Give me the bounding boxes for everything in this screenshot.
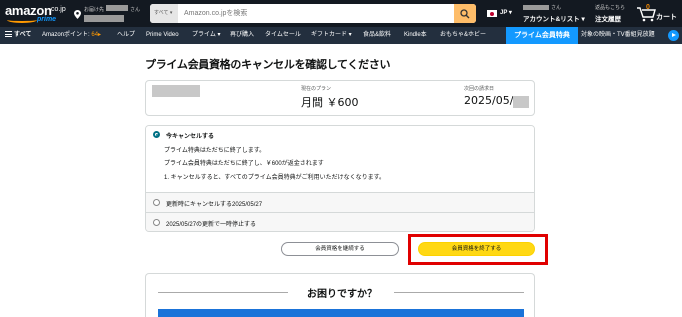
account-label: アカウント&リスト ▾ (523, 16, 585, 23)
next-billing-label: 次回の請求日 (464, 86, 495, 92)
cart-count: 0 (646, 4, 650, 11)
nav-points[interactable]: Amazonポイント: 64▸ (42, 27, 101, 44)
nav-item-food[interactable]: 食品&飲料 (363, 27, 391, 44)
option-pause-at-renewal-title: 2025/05/27の更新で一時停止する (166, 222, 257, 228)
radio-cancel-at-renewal[interactable] (153, 199, 160, 206)
redacted-account-name (523, 5, 549, 10)
prime-video-promo[interactable]: 対象の映画・TV番組見放題 (581, 27, 655, 44)
orders-label: 注文履歴 (595, 16, 621, 23)
search-bar: すべて ▾ (150, 4, 476, 23)
redacted-address (84, 15, 124, 22)
nav-all-label: すべて (14, 32, 32, 38)
radio-cancel-now[interactable] (153, 131, 160, 138)
japan-flag-icon (487, 10, 497, 17)
logo-prime: prime (37, 16, 57, 23)
nav-item-kindle[interactable]: Kindle本 (404, 27, 427, 44)
play-icon[interactable] (668, 30, 679, 41)
nav-item-timesale[interactable]: タイムセール (265, 27, 301, 44)
nav-item-prime[interactable]: プライム ▾ (192, 27, 221, 44)
logo-smile-icon (7, 17, 37, 23)
option-cancel-now-title: 今キャンセルする (166, 134, 215, 140)
current-plan-value: 月間 ￥600 (301, 96, 359, 109)
account-menu[interactable]: さん アカウント&リスト ▾ (523, 4, 589, 24)
redacted-name (106, 5, 128, 11)
option-pause-at-renewal[interactable]: 2025/05/27の更新で一時停止する (146, 213, 534, 231)
option-cancel-at-renewal[interactable]: 更新時にキャンセルする2025/05/27 (146, 193, 534, 213)
hamburger-menu-icon (5, 31, 12, 37)
search-input[interactable] (180, 4, 454, 23)
language-label: JP ▾ (500, 10, 512, 16)
returns-label: 返品もこちら (595, 5, 626, 11)
option-cancel-now-line-3: 1. キャンセルすると、すべてのプライム会員特典がご利用いただけなくなります。 (164, 175, 386, 181)
deliver-label: お届け先 (84, 7, 105, 13)
keep-membership-button[interactable]: 会員資格を継続する (281, 242, 399, 256)
amazon-prime-logo[interactable]: amazon .co.jp prime (5, 3, 67, 25)
search-button[interactable] (454, 4, 476, 23)
deliver-suffix: さん (130, 7, 141, 13)
account-suffix: さん (551, 5, 562, 11)
delivery-address[interactable]: お届け先 さん (74, 4, 146, 24)
nav-item-buy-again[interactable]: 再び購入 (230, 27, 254, 44)
orders-link[interactable]: 返品もこちら 注文履歴 (595, 4, 631, 24)
search-category-select[interactable]: すべて ▾ (150, 4, 178, 23)
help-title: お困りですか？ (307, 289, 377, 300)
option-cancel-at-renewal-title: 更新時にキャンセルする2025/05/27 (166, 202, 263, 208)
option-cancel-now[interactable]: 今キャンセルする プライム特典はただちに終了します。 プライム会員特典はただちに… (146, 126, 534, 193)
nav-item-prime-video[interactable]: Prime Video (146, 27, 179, 44)
points-label: Amazonポイント: (42, 32, 90, 38)
radio-pause-at-renewal[interactable] (153, 219, 160, 226)
redacted-plan-name (152, 85, 200, 97)
current-plan-label: 現在のプラン (301, 86, 332, 92)
cart-label: カート (656, 14, 677, 21)
option-cancel-now-line-2: プライム会員特典はただちに終了し、￥600が返金されます (164, 161, 324, 167)
option-cancel-now-line-1: プライム特典はただちに終了します。 (164, 148, 266, 154)
help-section: お困りですか？ (145, 273, 535, 317)
search-icon (460, 9, 470, 19)
page-title: プライム会員資格のキャンセルを確認してください (145, 58, 391, 71)
help-divider-right (394, 292, 524, 293)
help-divider-left (158, 292, 288, 293)
nav-item-giftcard[interactable]: ギフトカード ▾ (311, 27, 352, 44)
plan-summary: 現在のプラン 月間 ￥600 次回の請求日 2025/05/ (145, 80, 535, 116)
nav-bar: すべて Amazonポイント: 64▸ ヘルプ Prime Video プライム… (0, 27, 682, 44)
top-header: amazon .co.jp prime お届け先 さん すべて ▾ JP ▾ さ… (0, 0, 682, 27)
highlight-box (408, 234, 548, 265)
next-billing-value: 2025/05/ (464, 94, 514, 107)
nav-item-help[interactable]: ヘルプ (117, 27, 135, 44)
redacted-billing-day (513, 96, 529, 108)
cart-button[interactable]: 0 カート (637, 4, 679, 24)
logo-tld: .co.jp (49, 6, 66, 13)
help-banner[interactable] (158, 309, 524, 317)
points-arrow: ▸ (98, 32, 102, 38)
nav-item-toys[interactable]: おもちゃ&ホビー (440, 27, 486, 44)
prime-benefits-banner[interactable]: プライム会員特典 (506, 27, 578, 44)
location-pin-icon (74, 10, 81, 19)
cancel-options: 今キャンセルする プライム特典はただちに終了します。 プライム会員特典はただちに… (145, 125, 535, 232)
nav-all-menu[interactable]: すべて (5, 27, 31, 44)
